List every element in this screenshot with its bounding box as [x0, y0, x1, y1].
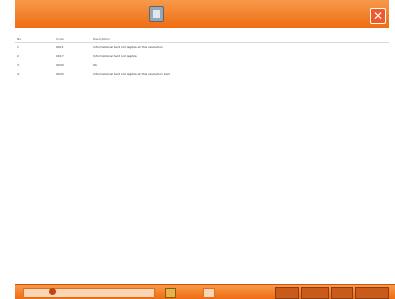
cell-code: 0033	[56, 72, 64, 76]
cell-code: 0011	[56, 45, 64, 49]
cell-number: 4	[17, 72, 19, 76]
cell-description: Informational text not legible at this r…	[93, 45, 163, 49]
cell-description: Informational text not legible at this r…	[93, 72, 170, 76]
cell-description: Ok	[93, 63, 98, 67]
title-bar: ✕	[15, 0, 389, 29]
table-row[interactable]: 4 0033 Informational text not legible at…	[15, 70, 389, 79]
status-input[interactable]	[23, 288, 155, 298]
status-toggle-button[interactable]	[203, 288, 215, 298]
table-row[interactable]: 1 0011 Informational text not legible at…	[15, 43, 389, 52]
status-segment-1	[275, 287, 299, 299]
close-button[interactable]: ✕	[370, 8, 386, 24]
cell-number: 2	[17, 54, 19, 58]
app-window: ✕ No Code Description 1 0011 Information…	[15, 0, 395, 299]
table-row[interactable]: 3 0030 Ok	[15, 61, 389, 70]
cell-number: 1	[17, 45, 19, 49]
status-bar	[15, 284, 395, 299]
status-dot-icon	[49, 288, 56, 295]
status-segment-4	[355, 287, 389, 299]
status-segment-3	[331, 287, 353, 299]
cell-number: 3	[17, 63, 19, 67]
cell-description: Informational text not legible	[93, 54, 137, 58]
table-row[interactable]: 2 0017 Informational text not legible	[15, 52, 389, 61]
document-icon	[149, 6, 164, 22]
status-segment-2	[301, 287, 329, 299]
cell-code: 0017	[56, 54, 64, 58]
cell-code: 0030	[56, 63, 64, 67]
lock-icon[interactable]	[165, 288, 176, 298]
